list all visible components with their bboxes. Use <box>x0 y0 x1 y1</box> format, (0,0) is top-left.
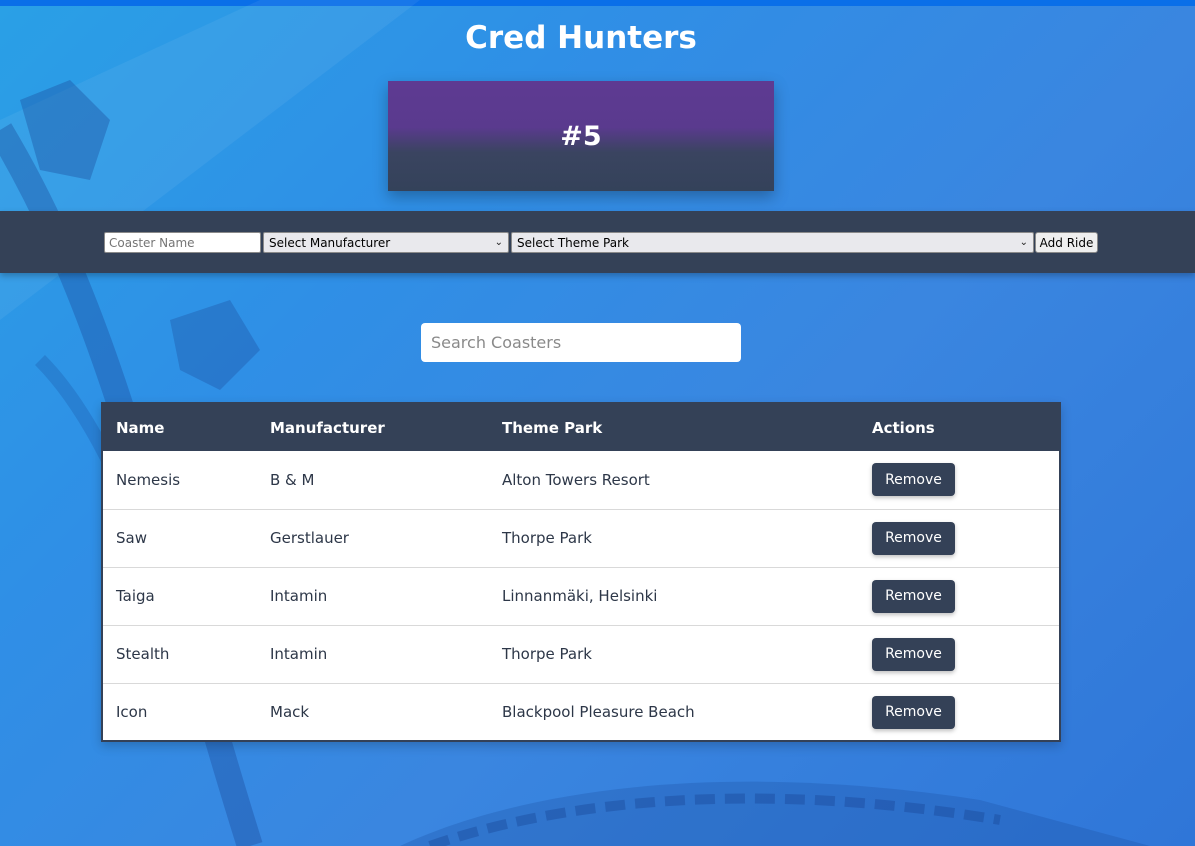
header-actions: Actions <box>872 418 935 437</box>
header-name: Name <box>116 418 165 437</box>
table-row: Stealth Intamin Thorpe Park Remove <box>103 625 1059 683</box>
cell-theme-park: Linnanmäki, Helsinki <box>502 587 658 605</box>
cell-name: Saw <box>116 529 147 547</box>
cell-name: Nemesis <box>116 470 181 489</box>
table-header-row: Name Manufacturer Theme Park Actions <box>103 404 1059 451</box>
remove-button[interactable]: Remove <box>872 695 955 729</box>
manufacturer-select[interactable]: Select Manufacturer ⌄ <box>263 232 509 253</box>
table-row: Saw Gerstlauer Thorpe Park Remove <box>103 509 1059 567</box>
rank-card: #5 <box>388 81 774 191</box>
add-ride-button[interactable]: Add Ride <box>1035 232 1098 253</box>
cell-manufacturer: Mack <box>270 703 310 722</box>
cell-actions: Remove <box>859 509 1059 567</box>
cell-manufacturer: Intamin <box>270 645 328 663</box>
cell-theme-park: Thorpe Park <box>502 645 592 663</box>
remove-button[interactable]: Remove <box>872 637 955 671</box>
rank-number: #5 <box>560 120 602 152</box>
table-row: Icon Mack Blackpool Pleasure Beach Remov… <box>103 683 1059 741</box>
top-accent-bar <box>0 0 1195 6</box>
remove-button[interactable]: Remove <box>872 579 955 613</box>
remove-button[interactable]: Remove <box>872 463 955 497</box>
add-ride-form: Select Manufacturer ⌄ Select Theme Park … <box>0 211 1195 273</box>
cell-actions: Remove <box>859 567 1059 625</box>
theme-park-select-value: Select Theme Park <box>517 235 629 250</box>
theme-park-select[interactable]: Select Theme Park ⌄ <box>511 232 1034 253</box>
coaster-name-input[interactable] <box>104 232 261 253</box>
cell-name: Icon <box>116 703 148 722</box>
header-manufacturer: Manufacturer <box>270 418 385 437</box>
cell-theme-park: Alton Towers Resort <box>502 470 650 489</box>
table-row: Nemesis B & M Alton Towers Resort Remove <box>103 451 1059 509</box>
chevron-down-icon: ⌄ <box>494 237 503 248</box>
remove-button[interactable]: Remove <box>872 521 955 555</box>
manufacturer-select-value: Select Manufacturer <box>269 235 391 250</box>
search-input[interactable] <box>421 323 741 362</box>
chevron-down-icon: ⌄ <box>1019 237 1028 248</box>
cell-manufacturer: Intamin <box>270 587 328 605</box>
cell-name: Stealth <box>116 645 170 663</box>
cell-theme-park: Thorpe Park <box>502 529 592 547</box>
coasters-table: Name Manufacturer Theme Park Actions Nem… <box>101 402 1061 742</box>
cell-actions: Remove <box>859 451 1059 509</box>
table-row: Taiga Intamin Linnanmäki, Helsinki Remov… <box>103 567 1059 625</box>
cell-actions: Remove <box>859 625 1059 683</box>
cell-name: Taiga <box>116 587 155 605</box>
app-title: Cred Hunters <box>465 20 697 56</box>
cell-theme-park: Blackpool Pleasure Beach <box>502 703 695 722</box>
cell-actions: Remove <box>859 683 1059 741</box>
header-theme-park: Theme Park <box>502 418 603 437</box>
cell-manufacturer: B & M <box>270 470 315 489</box>
cell-manufacturer: Gerstlauer <box>270 529 349 547</box>
